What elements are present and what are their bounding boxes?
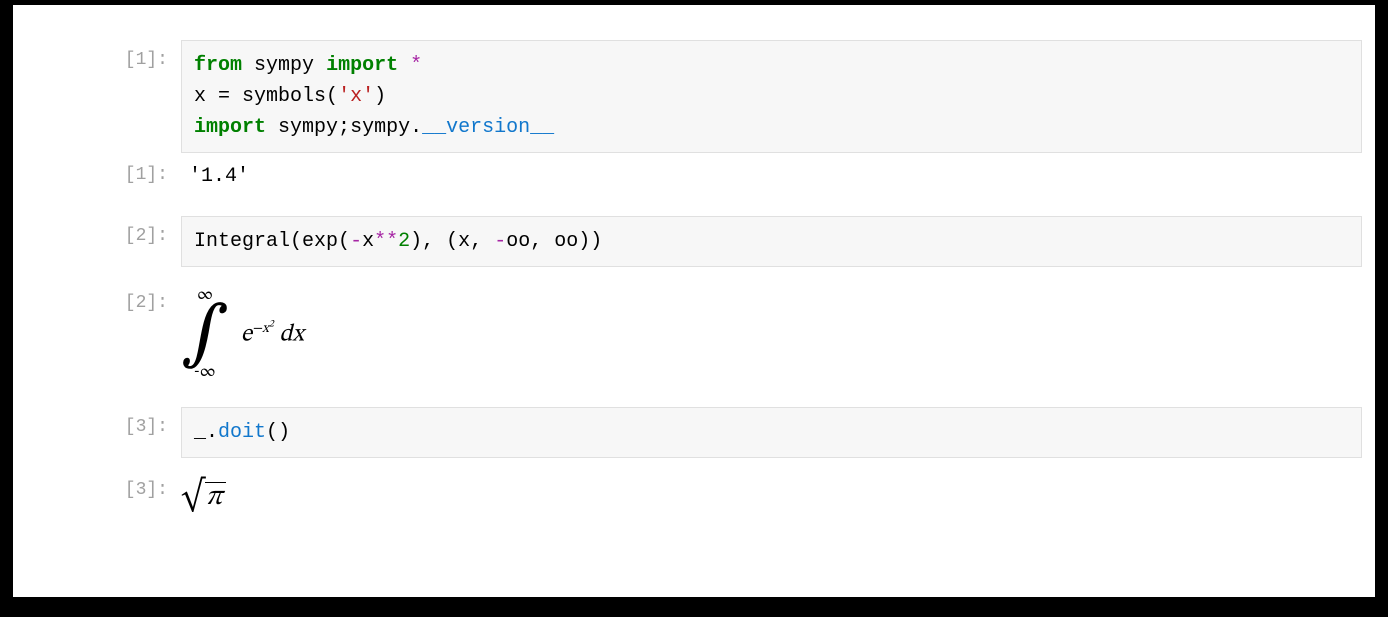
prompt-out-3: [3]: [26,466,181,520]
prompt-out-2: [2]: [26,275,181,393]
output-text-1: '1.4' [181,161,1362,192]
cell-1-input: [1]: from sympy import * x = symbols('x'… [13,40,1375,153]
cell-3-input: [3]: _.doit() [13,407,1375,458]
cell-2-input: [2]: Integral(exp(-x**2), (x, -oo, oo)) [13,216,1375,267]
code-input-3[interactable]: _.doit() [181,407,1362,458]
prompt-in-1: [1]: [26,40,181,153]
code-input-1[interactable]: from sympy import * x = symbols('x') imp… [181,40,1362,153]
sqrt-icon: √ [181,478,205,516]
cell-1-output: [1]: '1.4' [13,161,1375,192]
code-input-2[interactable]: Integral(exp(-x**2), (x, -oo, oo)) [181,216,1362,267]
prompt-in-3: [3]: [26,407,181,458]
prompt-in-2: [2]: [26,216,181,267]
cell-3-output: [3]: √π [13,466,1375,520]
integrand: e−x2 dx [241,318,304,350]
cell-2-output: [2]: ∞ ∫ -∞ e−x2 dx [13,275,1375,393]
sqrt-expression: √π [181,478,226,516]
prompt-out-1: [1]: [26,161,181,192]
output-math-2: ∞ ∫ -∞ e−x2 dx [181,275,1362,393]
output-math-3: √π [181,466,1362,520]
notebook-container: [1]: from sympy import * x = symbols('x'… [13,5,1375,597]
integral-expression: ∞ ∫ -∞ e−x2 dx [181,279,1354,389]
integral-icon: ∞ ∫ -∞ [181,279,229,389]
